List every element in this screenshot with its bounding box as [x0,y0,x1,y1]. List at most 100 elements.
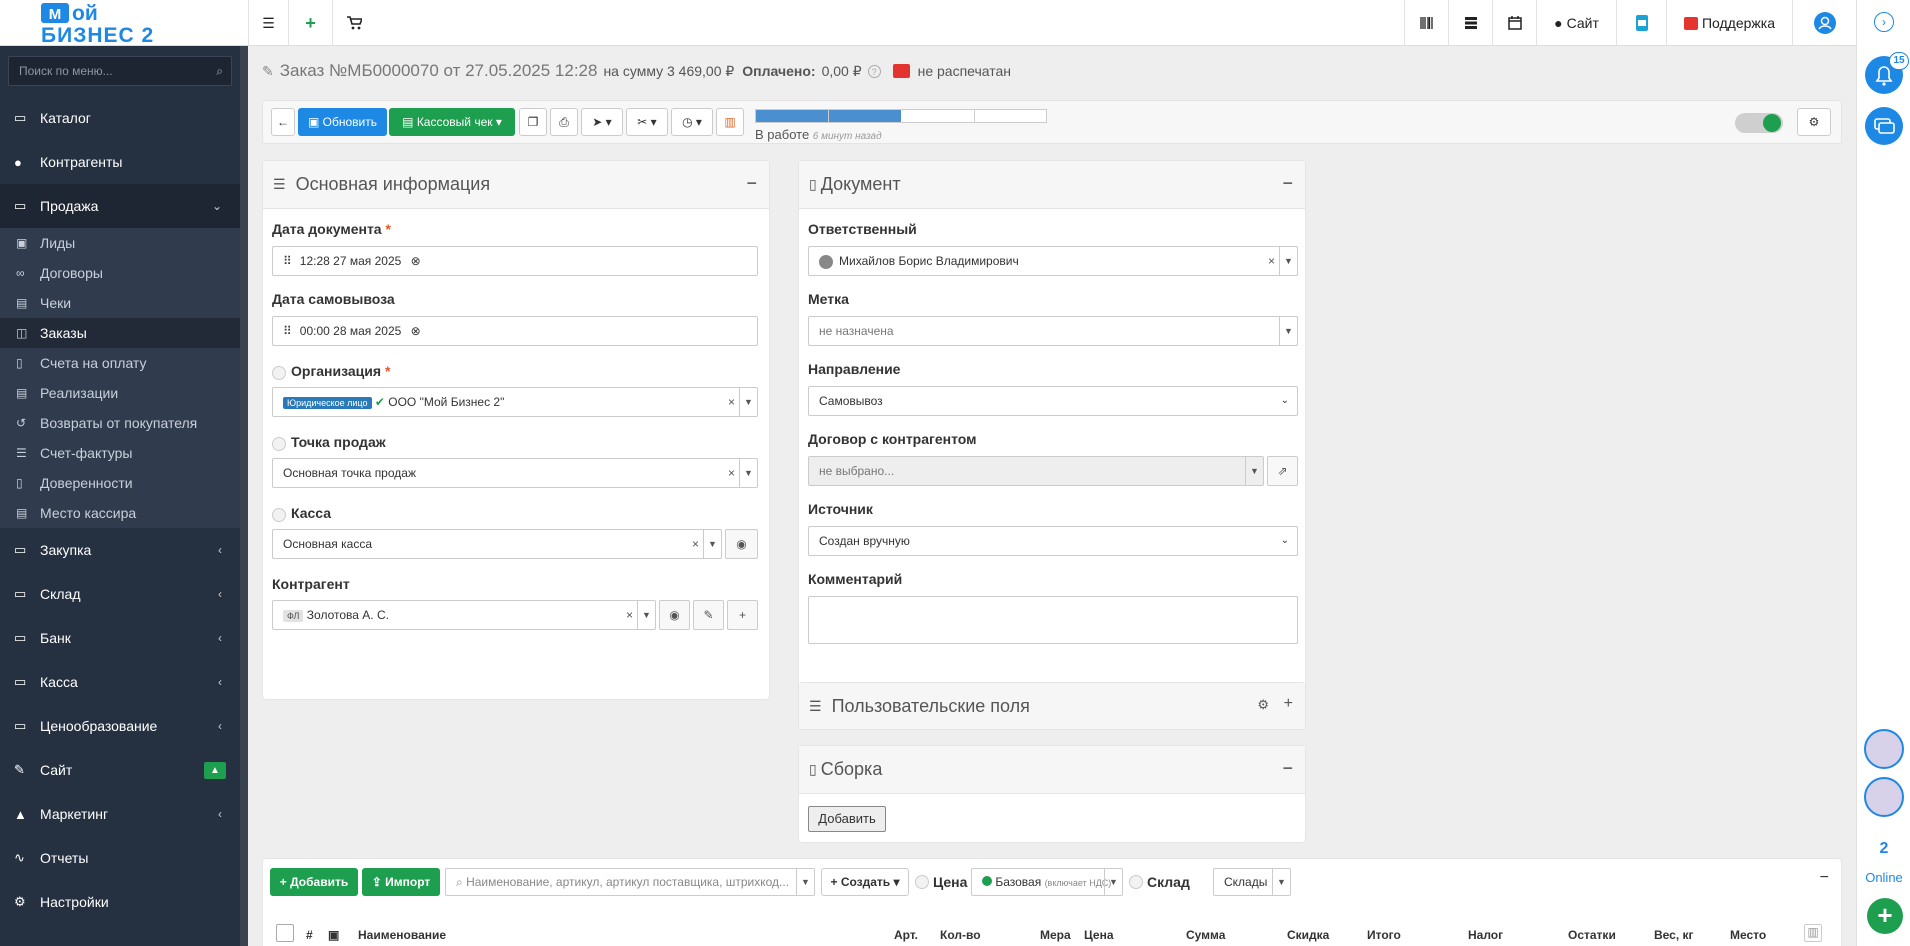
sidebar-item-sales[interactable]: ▭ Продажа ⌄ [0,184,240,228]
gears-icon[interactable]: ⚙ [1257,697,1269,713]
sidebar-item-reports[interactable]: ∿ Отчеты [0,836,240,880]
chevron-down-icon[interactable]: ▼ [1279,317,1297,345]
calendar-icon[interactable] [1492,0,1536,46]
add-icon[interactable]: + [288,0,332,46]
comment-textarea[interactable] [808,596,1298,644]
site-button[interactable]: ● Сайт [1536,0,1616,46]
sidebar-item-catalog[interactable]: ▭ Каталог [0,96,240,140]
col-price[interactable]: Цена [1084,928,1114,942]
view-contractor-button[interactable]: ◉ [659,600,690,630]
receipt-button[interactable]: ▤ Кассовый чек ▾ [389,108,515,136]
sidebar-sub-receipts[interactable]: ▤ Чеки [0,288,240,318]
pos-select[interactable]: Основная точка продаж × ▼ [272,458,758,488]
logo[interactable]: М ой БИЗНЕС 2 [30,1,210,47]
chevron-down-icon[interactable]: ▼ [1245,457,1263,485]
collapse-button[interactable]: − [1282,173,1293,194]
col-unit[interactable]: Мера [1040,928,1071,942]
sidebar-sub-realizations[interactable]: ▤ Реализации [0,378,240,408]
toggle-switch[interactable] [1735,113,1783,133]
drag-handle-icon[interactable] [272,508,286,522]
sidebar-item-purchase[interactable]: ▭ Закупка ‹ [0,528,240,572]
create-button[interactable]: + Создать ▾ [821,868,909,896]
send-button[interactable]: ➤ ▾ [581,108,623,136]
chat-icon[interactable] [1865,107,1903,145]
chevron-down-icon[interactable]: ▼ [796,869,814,895]
notifications-bell-icon[interactable]: 15 [1865,52,1909,94]
clear-icon[interactable]: × [728,388,735,416]
col-discount[interactable]: Скидка [1287,928,1329,942]
chevron-down-icon[interactable]: ▼ [1272,869,1290,895]
drag-handle-icon[interactable] [272,366,286,380]
clear-icon[interactable]: ⊗ [411,254,421,268]
direction-select[interactable]: Самовывоз ⌄ [808,386,1298,416]
chevron-down-icon[interactable]: ▼ [1104,869,1122,895]
search-icon[interactable]: ⌕ [216,57,223,85]
sidebar-scrollbar[interactable] [240,46,248,946]
chevron-down-icon[interactable]: ▼ [637,601,655,629]
chevron-down-icon[interactable]: ▼ [739,388,757,416]
contract-select[interactable]: не выбрано... ▼ [808,456,1264,486]
drag-handle-icon[interactable] [272,437,286,451]
sidebar-item-pricing[interactable]: ▭ Ценообразование ‹ [0,704,240,748]
menu-search-input[interactable]: Поиск по меню... ⌕ [8,56,232,86]
refresh-button[interactable]: ▣ Обновить [298,108,387,136]
org-select[interactable]: Юридическое лицо ✔ ООО "Мой Бизнес 2" × ▼ [272,387,758,417]
goods-search-input[interactable]: ⌕ Наименование, артикул, артикул поставщ… [445,868,815,896]
col-name[interactable]: Наименование [358,928,446,942]
help-icon[interactable]: ? [867,64,881,78]
sidebar-sub-returns[interactable]: ↺ Возвраты от покупателя [0,408,240,438]
responsible-select[interactable]: Михайлов Борис Владимирович × ▼ [808,246,1298,276]
user-avatar[interactable] [1792,0,1856,46]
view-cash-button[interactable]: ◉ [725,529,758,559]
trash-icon[interactable]: ▥ [1804,924,1822,942]
sidebar-sub-contracts[interactable]: ∞ Договоры [0,258,240,288]
sidebar-item-bank[interactable]: ▭ Банк ‹ [0,616,240,660]
warehouse-select[interactable]: Склады ▼ [1213,868,1291,896]
sidebar-sub-orders[interactable]: ◫ Заказы [0,318,240,348]
sidebar-sub-invoice-facts[interactable]: ☰ Счет-фактуры [0,438,240,468]
assembly-add-button[interactable]: Добавить [808,806,886,832]
sidebar-item-settings[interactable]: ⚙ Настройки [0,880,240,924]
print-button[interactable]: ⎙ [550,108,578,136]
clear-icon[interactable]: × [728,459,735,487]
status-progress-bar[interactable] [755,109,1047,123]
add-contractor-button[interactable]: + [727,600,758,630]
cash-select[interactable]: Основная касса × ▼ [272,529,722,559]
sidebar-item-warehouse[interactable]: ▭ Склад ‹ [0,572,240,616]
pickup-date-field[interactable]: ⠿ 00:00 28 мая 2025 ⊗ [272,316,758,346]
select-all-checkbox[interactable] [276,924,294,942]
col-place[interactable]: Место [1730,928,1766,942]
doc-date-field[interactable]: ⠿ 12:28 27 мая 2025 ⊗ [272,246,758,276]
clear-icon[interactable]: × [626,601,633,629]
price-select[interactable]: Базовая (включает НДС) ▼ [971,868,1123,896]
operator-avatar[interactable] [1864,777,1904,817]
source-select[interactable]: Создан вручную ⌄ [808,526,1298,556]
edit-contractor-button[interactable]: ✎ [693,600,724,630]
add-goods-button[interactable]: + Добавить [270,868,358,896]
drag-handle-icon[interactable] [1129,875,1143,889]
plus-icon[interactable]: + [1284,695,1293,713]
chevron-down-icon[interactable]: ▼ [739,459,757,487]
collapse-right-icon[interactable]: › [1874,12,1894,32]
operator-avatar[interactable] [1864,729,1904,769]
attach-button[interactable]: ✂ ▾ [626,108,668,136]
cart-icon[interactable] [332,0,376,46]
col-sum[interactable]: Сумма [1186,928,1225,942]
collapse-button[interactable]: − [746,173,757,194]
clear-icon[interactable]: × [1268,247,1275,275]
chevron-down-icon[interactable]: ▼ [703,530,721,558]
sidebar-item-marketing[interactable]: ▲ Маркетинг ‹ [0,792,240,836]
sidebar-sub-leads[interactable]: ▣ Лиды [0,228,240,258]
sidebar-item-contractors[interactable]: ● Контрагенты [0,140,240,184]
sidebar-item-site[interactable]: ✎ Сайт ▲ [0,748,240,792]
col-stock[interactable]: Остатки [1568,928,1616,942]
sidebar-sub-powers[interactable]: ▯ Доверенности [0,468,240,498]
menu-toggle-icon[interactable]: ☰ [248,0,288,46]
col-weight[interactable]: Вес, кг [1654,928,1694,942]
delete-button[interactable]: ▥ [716,108,744,136]
tag-select[interactable]: не назначена ▼ [808,316,1298,346]
chevron-down-icon[interactable]: ▼ [1279,247,1297,275]
copy-button[interactable]: ❐ [519,108,547,136]
open-contract-button[interactable]: ⇗ [1267,456,1298,486]
support-button[interactable]: Поддержка [1666,0,1792,46]
